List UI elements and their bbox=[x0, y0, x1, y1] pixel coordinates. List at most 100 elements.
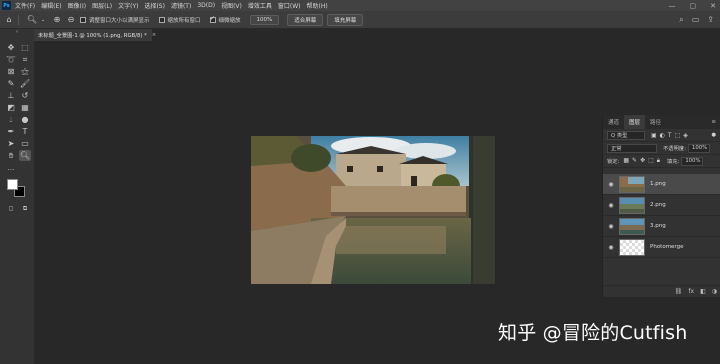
menu-window[interactable]: 窗口(W) bbox=[278, 1, 301, 10]
close-window-icon[interactable]: ✕ bbox=[710, 2, 716, 10]
panel-footer: ⛓ fx ◧ ◑ bbox=[603, 285, 720, 297]
layer-name[interactable]: Photomerge bbox=[650, 244, 683, 250]
adjustment-icon[interactable]: ◑ bbox=[712, 288, 717, 295]
magic-wand-icon[interactable]: ⚝ bbox=[19, 66, 31, 77]
link-icon[interactable]: ⛓ bbox=[675, 288, 683, 295]
layer-name[interactable]: 2.png bbox=[650, 202, 666, 208]
checkbox-label: 调整窗口大小以满屏显示 bbox=[89, 17, 150, 24]
visibility-eye-icon[interactable]: ◉ bbox=[603, 181, 619, 188]
menu-layer[interactable]: 图层(L) bbox=[92, 1, 112, 10]
home-icon[interactable]: ⌂ bbox=[4, 15, 14, 25]
lock-icons[interactable]: ▦✎✥⬚🔒︎ bbox=[623, 157, 663, 165]
type-tool-icon[interactable]: T bbox=[19, 126, 31, 137]
tab-channels[interactable]: 通道 bbox=[603, 115, 624, 129]
checkbox-box bbox=[209, 15, 216, 23]
pen-tool-icon[interactable]: ✒ bbox=[5, 126, 17, 137]
menu-select[interactable]: 选择(S) bbox=[144, 1, 165, 10]
menu-bar: Ps 文件(F) 编辑(E) 图像(I) 图层(L) 文字(Y) 选择(S) 滤… bbox=[0, 0, 720, 11]
layer-row[interactable]: ◉ Photomerge bbox=[603, 237, 720, 258]
fit-screen-button[interactable]: 适合屏幕 bbox=[287, 13, 324, 26]
opacity-input[interactable]: 100% bbox=[687, 143, 710, 153]
tab-layers[interactable]: 图层 bbox=[624, 115, 646, 129]
move-tool-icon[interactable]: ✥ bbox=[5, 42, 17, 53]
path-select-icon[interactable]: ➤ bbox=[5, 138, 17, 149]
zoom-out-icon[interactable]: ⊖ bbox=[66, 15, 76, 25]
tools-panel: » ✥ ⬚ ➰ ⌗ ⊠ ⚝ ✎ 🖌︎ ⊥ ↺ ◩ ▦ 💧︎ ● ✒ T ➤ ▭ … bbox=[0, 29, 34, 364]
scrubby-zoom-checkbox[interactable]: 细微缩放 bbox=[209, 15, 241, 24]
more-tools-icon[interactable]: ··· bbox=[5, 164, 17, 175]
filter-icons[interactable]: ▣◐T⬚◈ bbox=[651, 132, 691, 139]
workspace-icon[interactable]: ▭ bbox=[692, 15, 700, 25]
layer-name[interactable]: 3.png bbox=[650, 223, 666, 229]
fill-input[interactable]: 100% bbox=[681, 156, 704, 166]
document-tab[interactable]: 未标题_全景图-1 @ 100% (1.png, RGB/8) * × bbox=[34, 29, 156, 41]
screen-mode-icon[interactable]: ⧉ bbox=[19, 203, 31, 214]
menu-type[interactable]: 文字(Y) bbox=[118, 1, 138, 10]
blur-tool-icon[interactable]: 💧︎ bbox=[5, 114, 17, 125]
zoom-in-icon[interactable]: ⊕ bbox=[52, 15, 62, 25]
menu-edit[interactable]: 编辑(E) bbox=[41, 1, 61, 10]
fill-label: 填充: bbox=[666, 159, 680, 165]
blend-opacity-row: 正常 不透明度: 100% bbox=[603, 142, 720, 155]
panel-tabs: 通道 图层 路径 ≡ bbox=[603, 115, 720, 129]
chevron-down-icon[interactable]: ⌄ bbox=[38, 15, 48, 25]
foreground-color-swatch[interactable] bbox=[7, 179, 18, 190]
layer-filter-row: Q 类型 ▣◐T⬚◈ ● bbox=[603, 129, 720, 142]
zoom-tool-active-icon[interactable]: 🔍︎ bbox=[19, 150, 31, 161]
zoom-tool-icon[interactable]: 🔍︎ bbox=[27, 15, 37, 25]
tab-paths[interactable]: 路径 bbox=[645, 115, 666, 129]
history-brush-icon[interactable]: ↺ bbox=[19, 90, 31, 101]
minimize-icon[interactable]: — bbox=[669, 2, 676, 10]
blend-mode-select[interactable]: 正常 bbox=[607, 143, 657, 153]
checkbox-label: 细微缩放 bbox=[218, 17, 241, 24]
visibility-eye-icon[interactable]: ◉ bbox=[603, 202, 619, 209]
gradient-tool-icon[interactable]: ▦ bbox=[19, 102, 31, 113]
shape-tool-icon[interactable]: ▭ bbox=[19, 138, 31, 149]
panel-menu-icon[interactable]: ≡ bbox=[711, 119, 716, 125]
frame-tool-icon[interactable]: ⊠ bbox=[5, 66, 17, 77]
menu-view[interactable]: 视图(V) bbox=[221, 1, 242, 10]
opacity-label: 不透明度: bbox=[663, 146, 686, 152]
quick-mask-icon[interactable]: ◻ bbox=[5, 203, 17, 214]
checkbox-label: 缩放所有窗口 bbox=[167, 17, 201, 24]
maximize-icon[interactable]: ▢ bbox=[690, 2, 697, 10]
layer-filter-select[interactable]: Q 类型 bbox=[607, 130, 645, 140]
filter-toggle-icon[interactable]: ● bbox=[711, 132, 716, 138]
brush-tool-icon[interactable]: 🖌︎ bbox=[19, 78, 31, 89]
zoom-100-button[interactable]: 100% bbox=[249, 14, 280, 25]
layer-row[interactable]: ◉ 1.png bbox=[603, 174, 720, 195]
artboard-tool-icon[interactable]: ⬚ bbox=[19, 42, 31, 53]
layer-thumbnail bbox=[619, 196, 645, 214]
layer-row[interactable]: ◉ 3.png bbox=[603, 216, 720, 237]
menu-plugins[interactable]: 增效工具 bbox=[248, 1, 272, 10]
menu-3d[interactable]: 3D(D) bbox=[197, 2, 215, 9]
eyedropper-icon[interactable]: ✎ bbox=[5, 78, 17, 89]
layer-row[interactable]: ◉ 2.png bbox=[603, 195, 720, 216]
divider bbox=[18, 14, 19, 25]
close-tab-icon[interactable]: × bbox=[152, 32, 156, 38]
options-bar: ⌂ 🔍︎ ⌄ ⊕ ⊖ 调整窗口大小以满屏显示 缩放所有窗口 细微缩放 100% … bbox=[0, 11, 720, 29]
menu-help[interactable]: 帮助(H) bbox=[307, 1, 328, 10]
crop-tool-icon[interactable]: ⌗ bbox=[19, 54, 31, 65]
panel-grip[interactable]: » bbox=[0, 29, 34, 41]
menu-filter[interactable]: 滤镜(T) bbox=[171, 1, 191, 10]
dodge-tool-icon[interactable]: ● bbox=[19, 114, 31, 125]
visibility-eye-icon[interactable]: ◉ bbox=[603, 223, 619, 230]
menu-file[interactable]: 文件(F) bbox=[15, 1, 35, 10]
lasso-tool-icon[interactable]: ➰ bbox=[5, 54, 17, 65]
layer-name[interactable]: 1.png bbox=[650, 181, 666, 187]
share-icon[interactable]: ⇪ bbox=[707, 15, 714, 25]
stamp-tool-icon[interactable]: ⊥ bbox=[5, 90, 17, 101]
document-image[interactable] bbox=[251, 136, 495, 284]
eraser-tool-icon[interactable]: ◩ bbox=[5, 102, 17, 113]
zoom-all-windows-checkbox[interactable]: 缩放所有窗口 bbox=[158, 16, 201, 24]
hand-tool-icon[interactable]: ✋︎ bbox=[5, 150, 17, 161]
menu-image[interactable]: 图像(I) bbox=[68, 1, 86, 10]
mask-icon[interactable]: ◧ bbox=[700, 288, 706, 295]
resize-windows-checkbox[interactable]: 调整窗口大小以满屏显示 bbox=[80, 16, 150, 24]
layer-thumbnail bbox=[619, 238, 645, 256]
search-icon[interactable]: ⌕ bbox=[679, 15, 683, 25]
fx-icon[interactable]: fx bbox=[688, 288, 694, 295]
visibility-eye-icon[interactable]: ◉ bbox=[603, 244, 619, 251]
fill-screen-button[interactable]: 填充屏幕 bbox=[327, 13, 364, 26]
